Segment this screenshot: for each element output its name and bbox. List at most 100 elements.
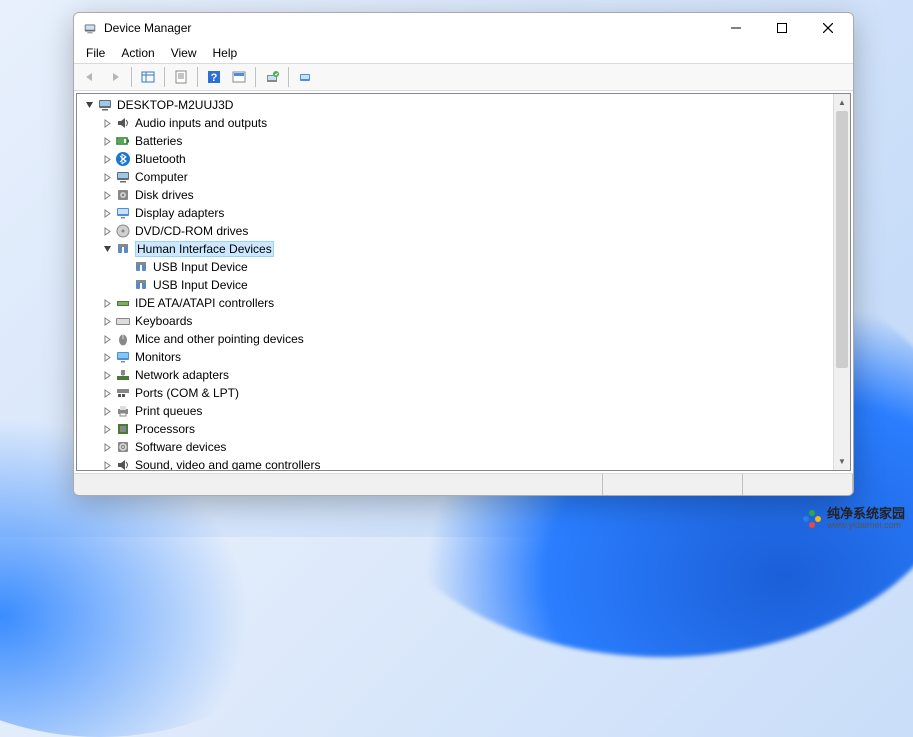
menu-view[interactable]: View <box>163 44 205 62</box>
chevron-right-icon[interactable] <box>99 385 115 401</box>
mouse-icon <box>115 331 131 347</box>
watermark-name: 纯净系统家园 <box>827 507 905 521</box>
bluetooth-icon <box>115 151 131 167</box>
statusbar <box>74 473 853 495</box>
update-driver-button[interactable] <box>227 66 251 88</box>
tree-item[interactable]: IDE ATA/ATAPI controllers <box>77 294 833 312</box>
window-title: Device Manager <box>104 21 191 35</box>
tree-item-label: Display adapters <box>135 206 224 220</box>
chevron-right-icon[interactable] <box>99 133 115 149</box>
printer-icon <box>115 403 131 419</box>
scan-hardware-button[interactable] <box>260 66 284 88</box>
tree-item-label: Sound, video and game controllers <box>135 458 320 470</box>
hid-icon <box>115 241 131 257</box>
minimize-button[interactable] <box>713 13 759 43</box>
scroll-track[interactable] <box>834 111 850 453</box>
scroll-up-button[interactable]: ▲ <box>834 94 850 111</box>
content-area: DESKTOP-M2UUJ3D Audio inputs and outputs B… <box>76 93 851 471</box>
tree-item-label: Monitors <box>135 350 181 364</box>
menu-file[interactable]: File <box>78 44 113 62</box>
tree-item-label: Network adapters <box>135 368 229 382</box>
chevron-right-icon[interactable] <box>99 439 115 455</box>
tree-item[interactable]: Human Interface Devices <box>77 240 833 258</box>
tree-item-label: DVD/CD-ROM drives <box>135 224 248 238</box>
tree-item-label: Keyboards <box>135 314 192 328</box>
chevron-right-icon[interactable] <box>99 187 115 203</box>
cdrom-icon <box>115 223 131 239</box>
titlebar[interactable]: Device Manager <box>74 13 853 43</box>
tree-item[interactable]: DVD/CD-ROM drives <box>77 222 833 240</box>
tree-item[interactable]: USB Input Device <box>77 258 833 276</box>
battery-icon <box>115 133 131 149</box>
tree-item[interactable]: USB Input Device <box>77 276 833 294</box>
chevron-right-icon[interactable] <box>99 169 115 185</box>
view-devices-button[interactable] <box>293 66 317 88</box>
display-icon <box>115 205 131 221</box>
device-tree[interactable]: DESKTOP-M2UUJ3D Audio inputs and outputs B… <box>77 94 833 470</box>
tree-item[interactable]: Processors <box>77 420 833 438</box>
tree-item[interactable]: Batteries <box>77 132 833 150</box>
software-icon <box>115 439 131 455</box>
tree-item-label: Print queues <box>135 404 202 418</box>
chevron-right-icon[interactable] <box>99 295 115 311</box>
tree-item-label: Batteries <box>135 134 182 148</box>
menu-help[interactable]: Help <box>205 44 246 62</box>
tree-item[interactable]: Display adapters <box>77 204 833 222</box>
tree-item-label: Software devices <box>135 440 226 454</box>
tree-item-label: IDE ATA/ATAPI controllers <box>135 296 274 310</box>
tree-item[interactable]: Sound, video and game controllers <box>77 456 833 470</box>
tree-item[interactable]: DESKTOP-M2UUJ3D <box>77 96 833 114</box>
tree-item-label: Audio inputs and outputs <box>135 116 267 130</box>
scroll-down-button[interactable]: ▼ <box>834 453 850 470</box>
chevron-right-icon[interactable] <box>99 421 115 437</box>
tree-item[interactable]: Computer <box>77 168 833 186</box>
tree-item-label: Mice and other pointing devices <box>135 332 304 346</box>
tree-item-label: Ports (COM & LPT) <box>135 386 239 400</box>
tree-item[interactable]: Network adapters <box>77 366 833 384</box>
chevron-right-icon[interactable] <box>99 367 115 383</box>
chevron-right-icon[interactable] <box>99 457 115 470</box>
watermark: 纯净系统家园 www.yidaimei.com <box>801 507 905 531</box>
chevron-right-icon <box>117 277 133 293</box>
chevron-right-icon[interactable] <box>99 313 115 329</box>
tree-item[interactable]: Mice and other pointing devices <box>77 330 833 348</box>
chevron-down-icon[interactable] <box>99 241 115 257</box>
tree-item[interactable]: Disk drives <box>77 186 833 204</box>
tree-item[interactable]: Keyboards <box>77 312 833 330</box>
chevron-right-icon[interactable] <box>99 223 115 239</box>
close-button[interactable] <box>805 13 851 43</box>
hid-icon <box>133 277 149 293</box>
back-button[interactable] <box>78 66 102 88</box>
network-icon <box>115 367 131 383</box>
ide-icon <box>115 295 131 311</box>
chevron-right-icon[interactable] <box>99 331 115 347</box>
chevron-right-icon <box>117 259 133 275</box>
chevron-right-icon[interactable] <box>99 403 115 419</box>
tree-item-label: Processors <box>135 422 195 436</box>
menu-action[interactable]: Action <box>113 44 162 62</box>
vertical-scrollbar[interactable]: ▲ ▼ <box>833 94 850 470</box>
tree-item[interactable]: Software devices <box>77 438 833 456</box>
chevron-right-icon[interactable] <box>99 115 115 131</box>
chevron-right-icon[interactable] <box>99 151 115 167</box>
chevron-right-icon[interactable] <box>99 205 115 221</box>
chevron-right-icon[interactable] <box>99 349 115 365</box>
tree-item[interactable]: Bluetooth <box>77 150 833 168</box>
help-button[interactable]: ? <box>202 66 226 88</box>
scroll-thumb[interactable] <box>836 111 848 368</box>
computer-icon <box>97 97 113 113</box>
tree-item[interactable]: Audio inputs and outputs <box>77 114 833 132</box>
tree-item[interactable]: Ports (COM & LPT) <box>77 384 833 402</box>
tree-item[interactable]: Print queues <box>77 402 833 420</box>
disk-icon <box>115 187 131 203</box>
show-hidden-button[interactable] <box>136 66 160 88</box>
chevron-down-icon[interactable] <box>81 97 97 113</box>
watermark-url: www.yidaimei.com <box>827 521 905 531</box>
menubar: File Action View Help <box>74 43 853 63</box>
svg-text:?: ? <box>211 72 218 84</box>
forward-button[interactable] <box>103 66 127 88</box>
sound-icon <box>115 457 131 470</box>
tree-item[interactable]: Monitors <box>77 348 833 366</box>
properties-button[interactable] <box>169 66 193 88</box>
maximize-button[interactable] <box>759 13 805 43</box>
